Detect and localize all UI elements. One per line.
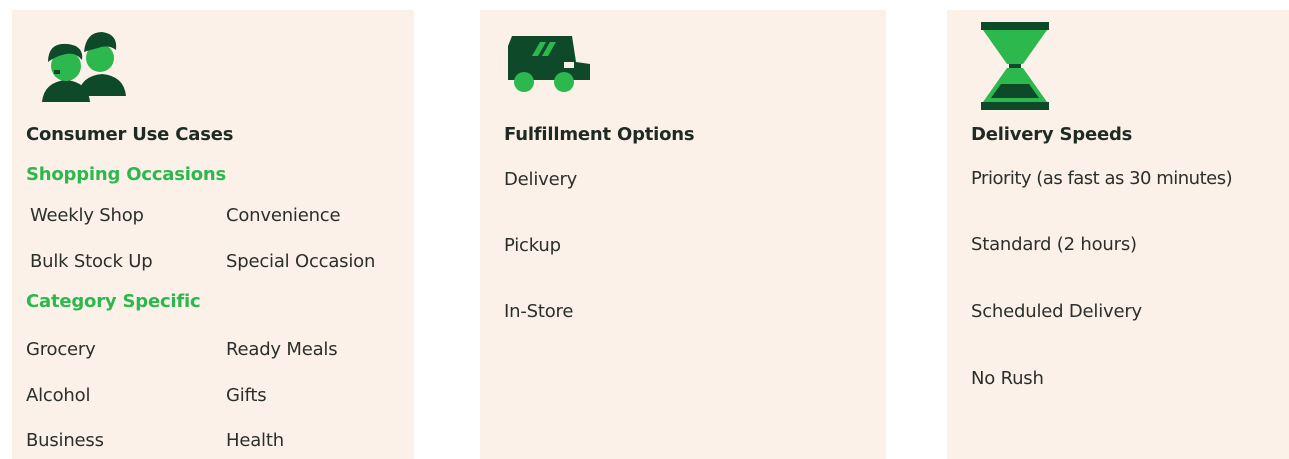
category-ready-meals: Ready Meals [226, 339, 338, 360]
category-specific-heading: Category Specific [26, 291, 201, 312]
occasion-bulk-stock-up: Bulk Stock Up [30, 251, 153, 272]
fulfillment-pickup: Pickup [504, 235, 561, 256]
speed-standard: Standard (2 hours) [971, 234, 1137, 255]
delivery-speeds-title: Delivery Speeds [971, 124, 1133, 145]
occasion-weekly-shop: Weekly Shop [30, 205, 144, 226]
category-health: Health [226, 430, 284, 451]
occasion-convenience: Convenience [226, 205, 341, 226]
people-icon [40, 26, 128, 102]
delivery-speeds-panel: Delivery Speeds Priority (as fast as 30 … [947, 10, 1289, 459]
fulfillment-in-store: In-Store [504, 301, 574, 322]
consumer-use-cases-title: Consumer Use Cases [26, 124, 234, 145]
speed-scheduled: Scheduled Delivery [971, 301, 1142, 322]
delivery-truck-icon [506, 32, 594, 94]
occasion-special-occasion: Special Occasion [226, 251, 376, 272]
fulfillment-options-panel: Fulfillment Options Delivery Pickup In-S… [480, 10, 886, 459]
shopping-occasions-heading: Shopping Occasions [26, 164, 227, 185]
category-alcohol: Alcohol [26, 385, 91, 406]
category-gifts: Gifts [226, 385, 267, 406]
speed-priority: Priority (as fast as 30 minutes) [971, 168, 1233, 189]
fulfillment-delivery: Delivery [504, 169, 578, 190]
category-business: Business [26, 430, 104, 451]
hourglass-icon [979, 22, 1051, 110]
category-grocery: Grocery [26, 339, 96, 360]
consumer-use-cases-panel: Consumer Use Cases Shopping Occasions We… [12, 10, 414, 459]
speed-no-rush: No Rush [971, 368, 1044, 389]
fulfillment-options-title: Fulfillment Options [504, 124, 695, 145]
